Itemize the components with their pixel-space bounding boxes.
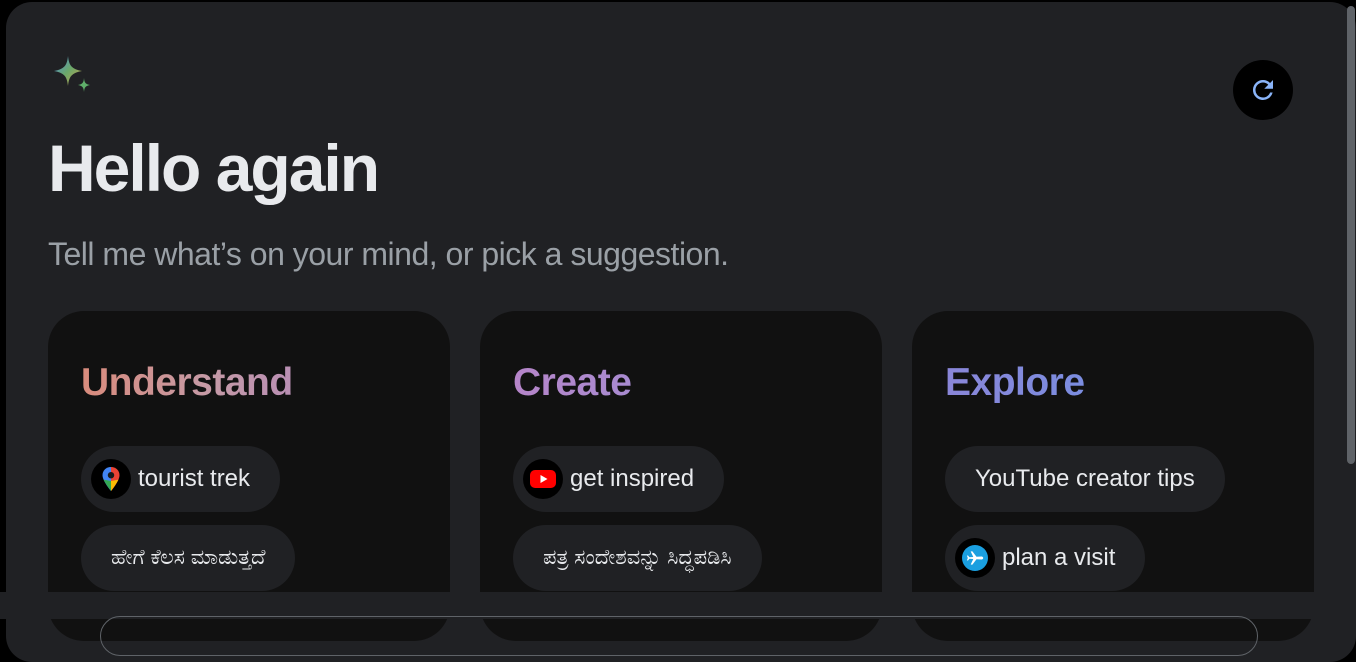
chip-label: YouTube creator tips: [975, 465, 1195, 492]
refresh-button[interactable]: [1233, 60, 1293, 120]
card-title-understand: Understand: [81, 359, 293, 407]
chip-label: ಹೇಗೆ ಕೆಲಸ ಮಾಡುತ್ತದೆ: [111, 546, 266, 569]
chip-label: tourist trek: [138, 465, 251, 492]
prompt-input-box[interactable]: [100, 616, 1258, 656]
prompt-area-background: [0, 592, 1356, 619]
flights-icon: [955, 538, 995, 578]
suggestion-chip-get-inspired[interactable]: get inspired: [513, 446, 725, 512]
refresh-icon: [1252, 79, 1273, 100]
card-title-explore: Explore: [945, 359, 1085, 407]
suggestion-chip-draft-message[interactable]: ಪತ್ರ ಸಂದೇಶವನ್ನು ಸಿದ್ಧಪಡಿಸಿ: [513, 525, 762, 591]
scrollbar-thumb[interactable]: [1347, 6, 1355, 464]
google-maps-icon: [91, 459, 131, 499]
suggestion-chip-tourist-trek[interactable]: tourist trek: [81, 446, 281, 512]
greeting-title: Hello again: [48, 131, 380, 205]
suggestion-chip-plan-a-visit[interactable]: plan a visit: [945, 525, 1146, 591]
chip-label: get inspired: [570, 465, 695, 492]
suggestion-chip-how-it-works[interactable]: ಹೇಗೆ ಕೆಲಸ ಮಾಡುತ್ತದೆ: [81, 525, 296, 591]
chip-label: ಪತ್ರ ಸಂದೇಶವನ್ನು ಸಿದ್ಧಪಡಿಸಿ: [543, 546, 732, 569]
youtube-icon: [523, 459, 563, 499]
greeting-subtitle: Tell me what’s on your mind, or pick a s…: [48, 236, 729, 272]
gemini-sparkle-icon: [50, 54, 94, 98]
chip-label: plan a visit: [1002, 544, 1116, 571]
suggestion-chip-youtube-creator-tips[interactable]: YouTube creator tips: [945, 446, 1225, 512]
card-title-create: Create: [513, 359, 632, 407]
